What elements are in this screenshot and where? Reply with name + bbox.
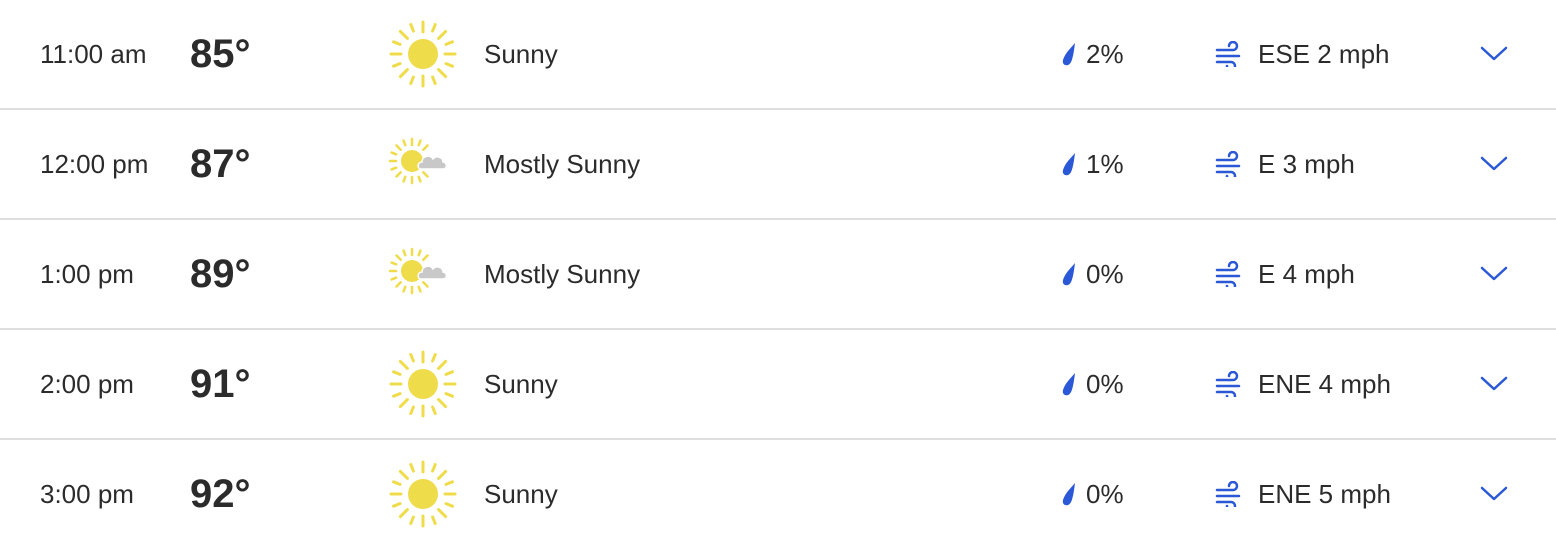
wind: ENE 4 mph bbox=[1214, 330, 1391, 438]
hour-time: 11:00 am bbox=[40, 38, 147, 69]
chevron-down-icon[interactable] bbox=[1474, 440, 1514, 542]
wind-icon bbox=[1214, 41, 1244, 67]
condition-label: Sunny bbox=[484, 38, 558, 69]
precip-chance: 0% bbox=[1086, 478, 1124, 509]
condition-label: Mostly Sunny bbox=[484, 258, 641, 289]
wind-value: ENE 4 mph bbox=[1258, 368, 1391, 399]
wind: ENE 5 mph bbox=[1214, 440, 1391, 542]
raindrop-icon bbox=[1060, 261, 1078, 287]
condition-label: Sunny bbox=[484, 368, 558, 399]
chevron-down-icon[interactable] bbox=[1474, 0, 1514, 108]
hour-temperature: 91° bbox=[190, 361, 251, 406]
wind-value: ENE 5 mph bbox=[1258, 478, 1391, 509]
hourly-row[interactable]: 3:00 pm 92° Sunny 0% ENE 5 mph bbox=[0, 440, 1556, 542]
wind-icon bbox=[1214, 261, 1244, 287]
wind: ESE 2 mph bbox=[1214, 0, 1390, 108]
sunny-icon bbox=[386, 0, 460, 108]
precip-chance: 0% bbox=[1086, 368, 1124, 399]
wind-value: E 4 mph bbox=[1258, 258, 1355, 289]
precipitation: 0% bbox=[1060, 330, 1124, 438]
hourly-row[interactable]: 2:00 pm 91° Sunny 0% ENE 4 mph bbox=[0, 330, 1556, 440]
precipitation: 0% bbox=[1060, 440, 1124, 542]
chevron-down-icon[interactable] bbox=[1474, 330, 1514, 438]
raindrop-icon bbox=[1060, 41, 1078, 67]
sunny-icon bbox=[386, 440, 460, 542]
hour-temperature: 89° bbox=[190, 251, 251, 296]
wind: E 3 mph bbox=[1214, 110, 1355, 218]
hourly-row[interactable]: 12:00 pm 87° Mostly Sunny 1% E 3 mph bbox=[0, 110, 1556, 220]
wind-icon bbox=[1214, 371, 1244, 397]
hour-temperature: 87° bbox=[190, 141, 251, 186]
precip-chance: 2% bbox=[1086, 38, 1124, 69]
raindrop-icon bbox=[1060, 481, 1078, 507]
precipitation: 0% bbox=[1060, 220, 1124, 328]
sunny-icon bbox=[386, 330, 460, 438]
hourly-forecast-list: 11:00 am 85° Sunny 2% ESE 2 mph 12:00 pm… bbox=[0, 0, 1556, 542]
precipitation: 1% bbox=[1060, 110, 1124, 218]
mostly-sunny-icon bbox=[386, 220, 460, 328]
hourly-row[interactable]: 11:00 am 85° Sunny 2% ESE 2 mph bbox=[0, 0, 1556, 110]
mostly-sunny-icon bbox=[386, 110, 460, 218]
raindrop-icon bbox=[1060, 371, 1078, 397]
hour-temperature: 85° bbox=[190, 31, 251, 76]
hour-time: 3:00 pm bbox=[40, 478, 134, 509]
wind-icon bbox=[1214, 151, 1244, 177]
hour-time: 2:00 pm bbox=[40, 368, 134, 399]
raindrop-icon bbox=[1060, 151, 1078, 177]
hour-time: 1:00 pm bbox=[40, 258, 134, 289]
chevron-down-icon[interactable] bbox=[1474, 110, 1514, 218]
condition-label: Mostly Sunny bbox=[484, 148, 641, 179]
wind-value: ESE 2 mph bbox=[1258, 38, 1390, 69]
hour-temperature: 92° bbox=[190, 471, 251, 516]
precipitation: 2% bbox=[1060, 0, 1124, 108]
wind-icon bbox=[1214, 481, 1244, 507]
hour-time: 12:00 pm bbox=[40, 148, 149, 179]
chevron-down-icon[interactable] bbox=[1474, 220, 1514, 328]
hourly-row[interactable]: 1:00 pm 89° Mostly Sunny 0% E 4 mph bbox=[0, 220, 1556, 330]
wind-value: E 3 mph bbox=[1258, 148, 1355, 179]
condition-label: Sunny bbox=[484, 478, 558, 509]
precip-chance: 1% bbox=[1086, 148, 1124, 179]
precip-chance: 0% bbox=[1086, 258, 1124, 289]
wind: E 4 mph bbox=[1214, 220, 1355, 328]
